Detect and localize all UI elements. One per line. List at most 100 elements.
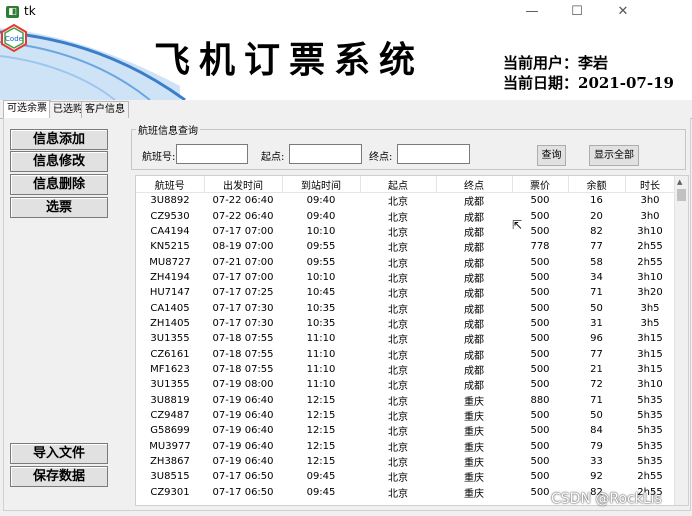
minimize-button[interactable]: — xyxy=(509,0,555,24)
table-cell: 北京 xyxy=(388,473,408,485)
column-header-arrive[interactable]: 到站时间 xyxy=(282,176,361,193)
table-row[interactable]: 3U8819 07-19 06:40 12:15 北京 重庆 880 71 5h35 xyxy=(136,392,675,408)
table-row[interactable]: MU3977 07-19 06:40 12:15 北京 重庆 500 79 5h35 xyxy=(136,439,675,454)
table-cell: 成都 xyxy=(464,381,484,393)
table-cell: 10:35 xyxy=(306,302,336,314)
mouse-cursor-icon: ⇱ xyxy=(512,218,523,232)
origin-input[interactable] xyxy=(289,144,362,164)
table-row[interactable]: 3U1355 07-19 08:00 11:10 北京 成都 500 72 3h10 xyxy=(136,377,675,392)
table-cell: 北京 xyxy=(388,243,408,255)
tab-bar: 可选余票 已选购 客户信息 xyxy=(0,100,692,119)
table-cell: 79 xyxy=(590,440,603,452)
column-header-depart[interactable]: 出发时间 xyxy=(204,176,283,193)
table-cell: 重庆 xyxy=(464,396,484,408)
table-cell: 成都 xyxy=(464,227,484,239)
table-header-row: 航班号 出发时间 到站时间 起点 终点 票价 余额 时长 xyxy=(136,176,676,193)
table-row[interactable]: CZ9487 07-19 06:40 12:15 北京 重庆 500 50 5h35 xyxy=(136,408,675,423)
table-cell: 500 xyxy=(530,195,550,207)
column-header-remaining[interactable]: 余额 xyxy=(568,176,626,193)
table-cell: 成都 xyxy=(464,273,484,285)
table-cell: 北京 xyxy=(388,258,408,270)
table-row[interactable]: CZ6161 07-18 07:55 11:10 北京 成都 500 77 3h15 xyxy=(136,346,675,362)
table-cell: 77 xyxy=(590,348,603,360)
table-cell: 77 xyxy=(590,241,603,253)
table-cell: 2h55 xyxy=(637,471,663,483)
delete-info-button[interactable]: 信息删除 xyxy=(10,174,108,195)
table-cell: 成都 xyxy=(464,319,484,331)
scroll-up-arrow-icon[interactable]: ▲ xyxy=(677,178,682,186)
origin-label: 起点: xyxy=(261,152,285,163)
edit-info-button[interactable]: 信息修改 xyxy=(10,151,108,172)
table-cell: 北京 xyxy=(388,212,408,224)
table-row[interactable]: ZH1405 07-17 07:30 10:35 北京 成都 500 31 3h5 xyxy=(136,316,675,331)
system-title: 飞机订票系统 xyxy=(154,39,425,81)
table-row[interactable]: HU7147 07-17 07:25 10:45 北京 成都 500 71 3h20 xyxy=(136,285,675,300)
table-row[interactable]: ZH4194 07-17 07:00 10:10 北京 成都 500 34 3h10 xyxy=(136,270,675,285)
header-banner: Code 飞机订票系统 当前用户：李岩 当前日期：2021-07-19 xyxy=(0,24,692,100)
show-all-button[interactable]: 显示全部 xyxy=(589,145,639,166)
add-info-button[interactable]: 信息添加 xyxy=(10,129,108,150)
table-cell: CZ9301 xyxy=(150,486,190,498)
table-vertical-scrollbar[interactable]: ▲ xyxy=(674,176,688,505)
table-cell: 12:15 xyxy=(306,409,336,421)
table-row[interactable]: KN5215 08-19 07:00 09:55 北京 成都 778 77 2h55 xyxy=(136,239,675,254)
column-header-origin[interactable]: 起点 xyxy=(360,176,437,193)
table-cell: 12:15 xyxy=(306,425,336,437)
flight-number-input[interactable] xyxy=(176,144,248,164)
table-cell: 07-17 07:30 xyxy=(212,317,274,329)
table-row[interactable]: 3U8515 07-17 06:50 09:45 北京 重庆 500 92 2h55 xyxy=(136,469,675,484)
table-cell: 07-18 07:55 xyxy=(212,333,274,345)
table-cell: 500 xyxy=(530,256,550,268)
table-cell: 07-19 08:00 xyxy=(212,379,274,391)
table-cell: 58 xyxy=(590,256,603,268)
table-cell: 10:35 xyxy=(306,317,336,329)
close-button[interactable]: ✕ xyxy=(600,0,646,24)
table-cell: 07-17 07:25 xyxy=(212,287,274,299)
table-row[interactable]: MF1623 07-18 07:55 11:10 北京 成都 500 21 3h15 xyxy=(136,362,675,377)
table-cell: 12:15 xyxy=(306,440,336,452)
column-header-duration[interactable]: 时长 xyxy=(625,176,676,193)
tab-customer-info[interactable]: 客户信息 xyxy=(81,101,129,118)
destination-input[interactable] xyxy=(397,144,470,164)
select-ticket-button[interactable]: 选票 xyxy=(10,197,108,218)
table-cell: 北京 xyxy=(388,350,408,362)
table-cell: 北京 xyxy=(388,442,408,454)
table-row[interactable]: G58699 07-19 06:40 12:15 北京 重庆 500 84 5h35 xyxy=(136,423,675,438)
table-cell: 北京 xyxy=(388,304,408,316)
column-header-destination[interactable]: 终点 xyxy=(436,176,513,193)
table-cell: 3h20 xyxy=(637,287,663,299)
table-cell: 07-18 07:55 xyxy=(212,363,274,375)
table-cell: MF1623 xyxy=(150,363,190,375)
table-cell: 500 xyxy=(530,409,550,421)
maximize-button[interactable]: ☐ xyxy=(554,0,600,24)
table-cell: 成都 xyxy=(464,243,484,255)
table-cell: 北京 xyxy=(388,427,408,439)
table-cell: MU8727 xyxy=(149,256,191,268)
table-row[interactable]: CA4194 07-17 07:00 10:10 北京 成都 500 82 3h10 xyxy=(136,224,675,239)
save-data-button[interactable]: 保存数据 xyxy=(10,466,108,487)
table-cell: 500 xyxy=(530,333,550,345)
tab-available-tickets[interactable]: 可选余票 xyxy=(3,100,51,119)
table-cell: 成都 xyxy=(464,350,484,362)
table-cell: 500 xyxy=(530,456,550,468)
table-cell: 3h15 xyxy=(637,348,663,360)
table-row[interactable]: CZ9530 07-22 06:40 09:40 北京 成都 500 20 3h0 xyxy=(136,208,675,224)
table-row[interactable]: 3U1355 07-18 07:55 11:10 北京 成都 500 96 3h15 xyxy=(136,331,675,346)
table-row[interactable]: MU8727 07-21 07:00 09:55 北京 成都 500 58 2h55 xyxy=(136,254,675,270)
table-cell: 成都 xyxy=(464,212,484,224)
table-cell: 500 xyxy=(530,425,550,437)
query-button[interactable]: 查询 xyxy=(537,145,566,166)
table-cell: 50 xyxy=(590,409,603,421)
column-header-flight[interactable]: 航班号 xyxy=(136,176,205,193)
flight-table[interactable]: 航班号 出发时间 到站时间 起点 终点 票价 余额 时长 3U8892 07-22… xyxy=(135,175,689,506)
import-file-button[interactable]: 导入文件 xyxy=(10,443,108,464)
table-row[interactable]: 3U8892 07-22 06:40 09:40 北京 成都 500 16 3h0 xyxy=(136,193,675,209)
table-cell: 11:10 xyxy=(306,379,336,391)
column-header-price[interactable]: 票价 xyxy=(512,176,569,193)
scroll-thumb[interactable] xyxy=(677,189,686,201)
table-row[interactable]: ZH3867 07-19 06:40 12:15 北京 重庆 500 33 5h35 xyxy=(136,454,675,469)
table-cell: 3h5 xyxy=(640,302,660,314)
table-row[interactable]: CA1405 07-17 07:30 10:35 北京 成都 500 50 3h5 xyxy=(136,300,675,316)
table-cell: 成都 xyxy=(464,365,484,377)
table-cell: 96 xyxy=(590,333,603,345)
